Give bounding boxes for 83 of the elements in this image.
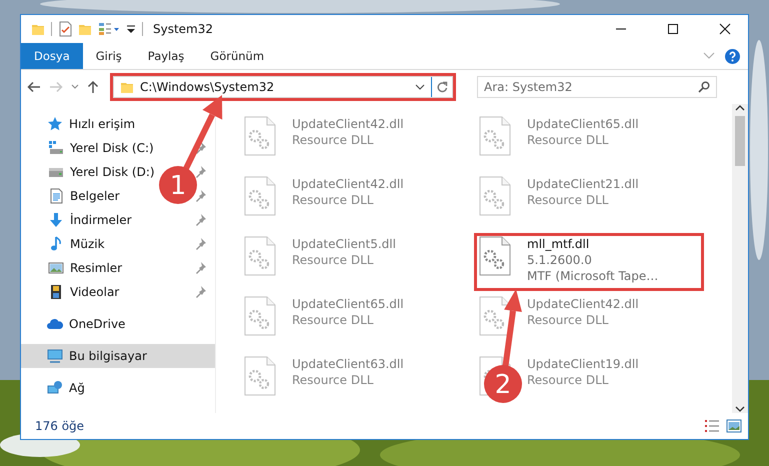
picture-icon xyxy=(48,260,64,276)
file-gears-icon xyxy=(479,116,511,156)
file-detail: Resource DLL xyxy=(292,312,374,328)
maximize-icon[interactable] xyxy=(667,23,679,35)
nav-item[interactable]: Ağ xyxy=(47,380,85,396)
file-gears-icon xyxy=(244,236,276,276)
file-name[interactable]: UpdateClient63.dll xyxy=(292,356,404,372)
music-note-icon xyxy=(48,236,64,252)
new-folder-icon xyxy=(78,22,92,36)
dropdown-caret-icon[interactable] xyxy=(415,84,425,90)
address-bar[interactable]: C:\Windows\System32 xyxy=(113,76,453,98)
cloud-icon xyxy=(47,316,63,332)
file-detail: Resource DLL xyxy=(292,192,374,208)
details-view-icon[interactable] xyxy=(704,419,720,433)
document-icon xyxy=(48,188,64,204)
file-detail: MTF (Microsoft Tape… xyxy=(527,268,658,284)
back-arrow-icon[interactable] xyxy=(27,81,41,93)
nav-item[interactable]: Videolar xyxy=(48,284,120,300)
search-field[interactable]: Ara: System32 xyxy=(477,76,717,98)
file-detail: Resource DLL xyxy=(527,132,610,148)
computer-icon xyxy=(47,348,63,364)
tiles-view-icon[interactable] xyxy=(726,419,742,433)
file-gears-icon xyxy=(244,296,276,336)
file-detail: 5.1.2600.0 xyxy=(527,252,593,268)
network-icon xyxy=(47,380,63,396)
film-strip-icon xyxy=(48,284,64,300)
highlighted-file[interactable]: mll_mtf.dll 5.1.2600.0 MTF (Microsoft Tape… xyxy=(475,234,703,290)
file-name[interactable]: UpdateClient65.dll xyxy=(527,116,639,132)
nav-item[interactable]: Müzik xyxy=(48,236,105,252)
file-gears-icon xyxy=(244,176,276,216)
folder-icon xyxy=(120,80,134,94)
scroll-up-icon[interactable] xyxy=(735,104,745,112)
drive-icon xyxy=(48,140,64,156)
nav-item[interactable]: Hızlı erişim xyxy=(47,116,136,132)
scroll-thumb[interactable] xyxy=(735,116,745,166)
nav-item[interactable]: Yerel Disk (D:) xyxy=(48,164,155,180)
ribbon-tab[interactable]: Giriş xyxy=(82,43,135,69)
up-arrow-icon[interactable] xyxy=(87,80,99,94)
file-gears-icon xyxy=(244,116,276,156)
file-detail: Resource DLL xyxy=(527,372,610,388)
scroll-down-icon[interactable] xyxy=(735,405,745,413)
nav-item[interactable]: Yerel Disk (C:) xyxy=(48,140,154,156)
file-gears-icon xyxy=(479,296,511,336)
ribbon-tab[interactable]: Paylaş xyxy=(134,43,198,69)
ribbon-tab[interactable]: Dosya xyxy=(21,43,83,69)
file-detail: Resource DLL xyxy=(527,312,610,328)
search-icon[interactable] xyxy=(698,81,710,93)
help-icon[interactable] xyxy=(725,48,740,64)
download-icon xyxy=(48,212,64,228)
file-name[interactable]: UpdateClient42.dll xyxy=(292,116,404,132)
folder-icon xyxy=(31,22,45,36)
file-gears-icon xyxy=(244,356,276,396)
refresh-icon[interactable] xyxy=(436,81,448,93)
properties-icon xyxy=(58,21,72,37)
view-dropdown-icon[interactable] xyxy=(98,22,120,36)
file-name[interactable]: UpdateClient5.dll xyxy=(292,236,396,252)
item-count: 176 öğe xyxy=(35,419,84,433)
file-gears-icon xyxy=(479,176,511,216)
nav-item[interactable]: İndirmeler xyxy=(48,212,132,228)
file-name[interactable]: UpdateClient19.dll xyxy=(527,356,639,372)
file-gears-icon xyxy=(479,236,511,276)
scrollbar[interactable] xyxy=(732,104,748,413)
file-name[interactable]: UpdateClient21.dll xyxy=(527,176,639,192)
nav-item[interactable]: OneDrive xyxy=(47,316,126,332)
file-detail: Resource DLL xyxy=(292,372,374,388)
window-title: System32 xyxy=(153,22,214,36)
file-name[interactable]: mll_mtf.dll xyxy=(527,236,658,252)
nav-item[interactable]: Belgeler xyxy=(48,188,120,204)
step-badge: 2 xyxy=(484,365,522,403)
file-name[interactable]: UpdateClient42.dll xyxy=(292,176,404,192)
close-icon[interactable] xyxy=(719,23,731,35)
star-icon xyxy=(47,116,63,132)
file-detail: Resource DLL xyxy=(292,132,374,148)
recent-caret-icon[interactable] xyxy=(71,84,79,90)
file-detail: Resource DLL xyxy=(292,252,374,268)
file-detail: Resource DLL xyxy=(527,192,610,208)
step-badge: 1 xyxy=(159,166,197,204)
ribbon-tab[interactable]: Görünüm xyxy=(197,43,278,69)
nav-item[interactable]: Bu bilgisayar xyxy=(21,344,215,368)
customize-caret-icon[interactable] xyxy=(126,23,136,35)
file-name[interactable]: UpdateClient65.dll xyxy=(292,296,404,312)
nav-item[interactable]: Resimler xyxy=(48,260,122,276)
file-name[interactable]: UpdateClient42.dll xyxy=(527,296,639,312)
